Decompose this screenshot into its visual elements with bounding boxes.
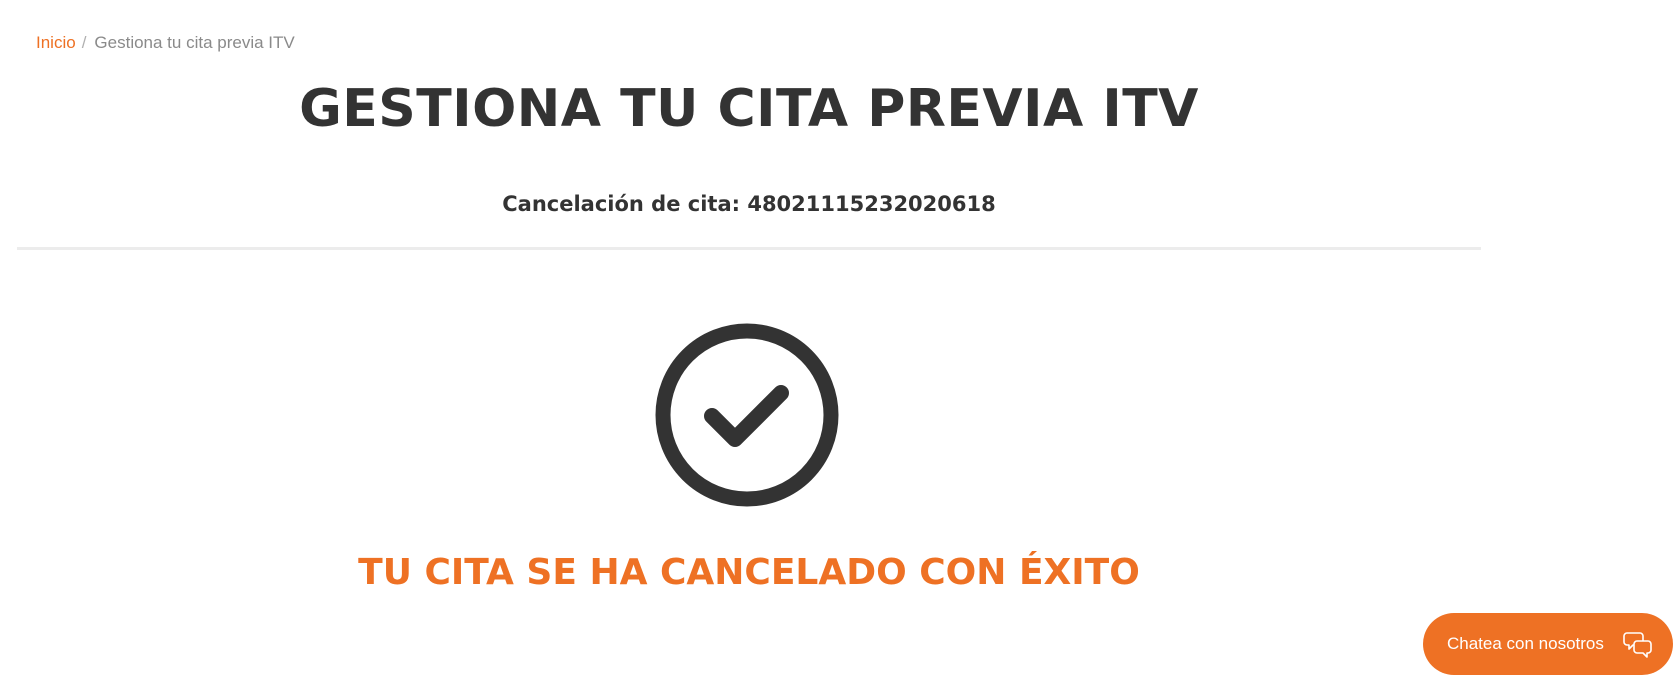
breadcrumb-home-link[interactable]: Inicio [36, 33, 76, 52]
chat-button[interactable]: Chatea con nosotros [1423, 613, 1673, 675]
breadcrumb-separator: / [81, 33, 87, 52]
chat-button-label: Chatea con nosotros [1447, 634, 1604, 653]
success-message: TU CITA SE HA CANCELADO CON ÉXITO [358, 552, 1140, 593]
cancellation-reference: Cancelación de cita: 48021115232020618 [502, 192, 996, 216]
page-title: GESTIONA TU CITA PREVIA ITV [299, 79, 1199, 139]
breadcrumb: Inicio / Gestiona tu cita previa ITV [36, 32, 295, 54]
chat-bubbles-icon [1623, 632, 1652, 658]
breadcrumb-current: Gestiona tu cita previa ITV [94, 33, 295, 52]
check-circle-icon [655, 323, 839, 507]
divider [17, 247, 1481, 250]
